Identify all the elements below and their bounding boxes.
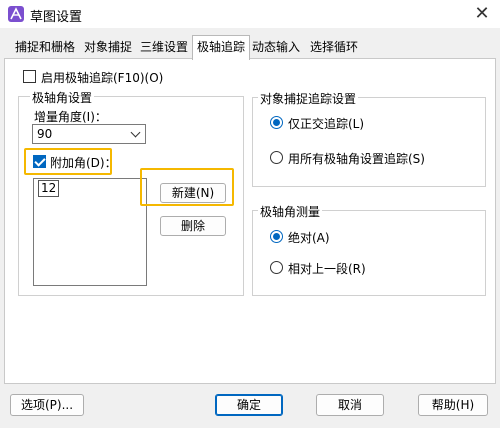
window-title: 草图设置 [30,10,83,25]
absolute-radio[interactable] [270,230,283,243]
additional-angle-checkbox[interactable] [33,155,46,168]
delete-angle-button[interactable]: 删除 [160,216,226,236]
list-item[interactable]: 12 [38,180,60,197]
tab-polar-tracking[interactable]: 极轴追踪 [192,35,250,60]
relative-last-segment-label: 相对上一段(R) [288,262,366,276]
increment-angle-value: 90 [37,127,53,141]
ok-button[interactable]: 确定 [215,394,283,416]
tab-object-snap[interactable]: 对象捕捉 [80,36,136,58]
title-bar: 草图设置 ✕ [0,0,500,28]
polar-measurement-group [252,210,486,296]
all-polar-tracking-radio[interactable] [270,151,283,164]
chevron-down-icon [130,127,141,138]
polar-measurement-title: 极轴角测量 [258,203,323,220]
ortho-tracking-label: 仅正交追踪(L) [288,117,365,131]
enable-polar-checkbox[interactable] [23,70,36,83]
tab-3d-settings[interactable]: 三维设置 [136,36,192,58]
relative-last-segment-radio[interactable] [270,261,283,274]
polar-angle-group-title: 极轴角设置 [30,89,95,106]
all-polar-tracking-label: 用所有极轴角设置追踪(S) [288,152,425,166]
increment-angle-select[interactable]: 90 [32,124,146,144]
enable-polar-label: 启用极轴追踪(F10)(O) [41,71,164,85]
object-snap-tracking-title: 对象捕捉追踪设置 [258,90,359,107]
app-icon [8,6,24,22]
ortho-tracking-radio[interactable] [270,116,283,129]
new-angle-button[interactable]: 新建(N) [160,183,226,203]
tab-snap-grid[interactable]: 捕捉和栅格 [10,36,80,58]
absolute-label: 绝对(A) [288,231,330,245]
close-icon[interactable]: ✕ [470,2,494,26]
tab-dynamic-input[interactable]: 动态输入 [248,36,304,58]
help-button[interactable]: 帮助(H) [418,394,488,416]
tab-selection-cycling[interactable]: 选择循环 [304,36,364,58]
object-snap-tracking-group [252,97,486,187]
options-button[interactable]: 选项(P)... [10,394,84,416]
cancel-button[interactable]: 取消 [316,394,384,416]
additional-angle-label: 附加角(D)： [50,156,117,170]
increment-angle-label: 增量角度(I)： [34,110,107,124]
